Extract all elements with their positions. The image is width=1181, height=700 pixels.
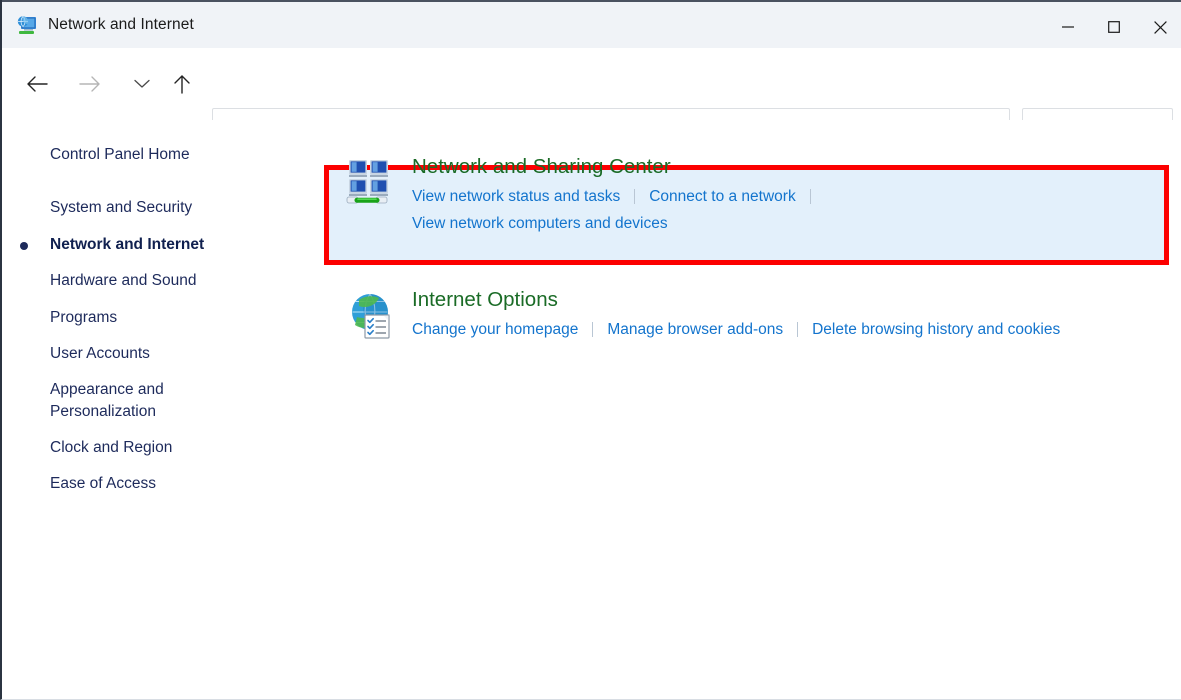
category-content: Network and Sharing Center View network … xyxy=(334,152,1080,237)
content-area: Control Panel Home System and Security N… xyxy=(2,120,1181,698)
maximize-icon xyxy=(1108,21,1120,33)
up-button[interactable] xyxy=(164,66,200,102)
link-delete-browsing-history-and-cookies[interactable]: Delete browsing history and cookies xyxy=(812,316,1060,343)
up-arrow-icon xyxy=(173,74,191,94)
link-view-network-status-and-tasks[interactable]: View network status and tasks xyxy=(412,183,620,210)
control-panel-window: Network and Internet xyxy=(0,0,1181,700)
sidebar-item-system-and-security[interactable]: System and Security xyxy=(2,197,242,218)
window-title: Network and Internet xyxy=(48,16,194,34)
category-links: View network status and tasks Connect to… xyxy=(412,183,1080,237)
sidebar-item-appearance-and-personalization[interactable]: Appearance and Personalization xyxy=(2,379,242,422)
sidebar-item-label: System and Security xyxy=(50,199,192,216)
sidebar-item-network-and-internet[interactable]: Network and Internet xyxy=(2,234,242,255)
sidebar-item-ease-of-access[interactable]: Ease of Access xyxy=(2,473,242,494)
sidebar-item-programs[interactable]: Programs xyxy=(2,307,242,328)
category-text: Internet Options Change your homepage Ma… xyxy=(412,285,1060,343)
current-item-bullet-icon xyxy=(20,242,28,250)
link-change-your-homepage[interactable]: Change your homepage xyxy=(412,316,578,343)
link-view-network-computers-and-devices[interactable]: View network computers and devices xyxy=(412,210,668,237)
sidebar-item-label: Ease of Access xyxy=(50,475,156,492)
category-content: Internet Options Change your homepage Ma… xyxy=(334,285,1060,343)
forward-arrow-icon xyxy=(79,75,101,93)
category-links: Change your homepage Manage browser add-… xyxy=(412,316,1060,343)
link-separator xyxy=(810,189,811,204)
window-controls xyxy=(1045,4,1181,50)
category-title-network-and-sharing-center[interactable]: Network and Sharing Center xyxy=(412,154,671,180)
back-arrow-icon xyxy=(26,75,48,93)
link-connect-to-a-network[interactable]: Connect to a network xyxy=(649,183,795,210)
sidebar-item-control-panel-home[interactable]: Control Panel Home xyxy=(2,144,242,165)
back-button[interactable] xyxy=(19,66,55,102)
close-button[interactable] xyxy=(1137,4,1181,50)
network-internet-icon xyxy=(16,14,38,36)
category-network-and-sharing-center: Network and Sharing Center View network … xyxy=(322,140,1181,247)
close-icon xyxy=(1154,21,1167,34)
sidebar-item-label: Hardware and Sound xyxy=(50,272,197,289)
category-title-internet-options[interactable]: Internet Options xyxy=(412,287,558,313)
maximize-button[interactable] xyxy=(1091,4,1137,50)
title-bar: Network and Internet xyxy=(2,0,1181,48)
sidebar-item-hardware-and-sound[interactable]: Hardware and Sound xyxy=(2,270,242,291)
link-separator xyxy=(592,322,593,337)
chevron-down-icon xyxy=(134,79,150,89)
link-manage-browser-add-ons[interactable]: Manage browser add-ons xyxy=(607,316,783,343)
link-separator xyxy=(797,322,798,337)
minimize-icon xyxy=(1062,21,1074,33)
category-list: Network and Sharing Center View network … xyxy=(322,120,1181,698)
category-text: Network and Sharing Center View network … xyxy=(412,152,1080,237)
sidebar-item-label: Clock and Region xyxy=(50,439,172,456)
network-sharing-center-icon xyxy=(346,158,396,208)
category-internet-options: Internet Options Change your homepage Ma… xyxy=(322,273,1181,353)
sidebar-item-label: Programs xyxy=(50,309,117,326)
sidebar-item-label: Network and Internet xyxy=(50,236,204,253)
link-separator xyxy=(634,189,635,204)
sidebar: Control Panel Home System and Security N… xyxy=(2,120,322,698)
sidebar-item-clock-and-region[interactable]: Clock and Region xyxy=(2,437,242,458)
forward-button[interactable] xyxy=(72,66,108,102)
sidebar-item-label: Control Panel Home xyxy=(50,146,190,163)
sidebar-item-label: Appearance and Personalization xyxy=(50,381,164,419)
sidebar-item-user-accounts[interactable]: User Accounts xyxy=(2,343,242,364)
minimize-button[interactable] xyxy=(1045,4,1091,50)
internet-options-icon xyxy=(346,291,396,341)
recent-locations-button[interactable] xyxy=(124,66,160,102)
navigation-bar: › Control Panel › Network and Internet xyxy=(2,48,1181,120)
sidebar-item-label: User Accounts xyxy=(50,345,150,362)
